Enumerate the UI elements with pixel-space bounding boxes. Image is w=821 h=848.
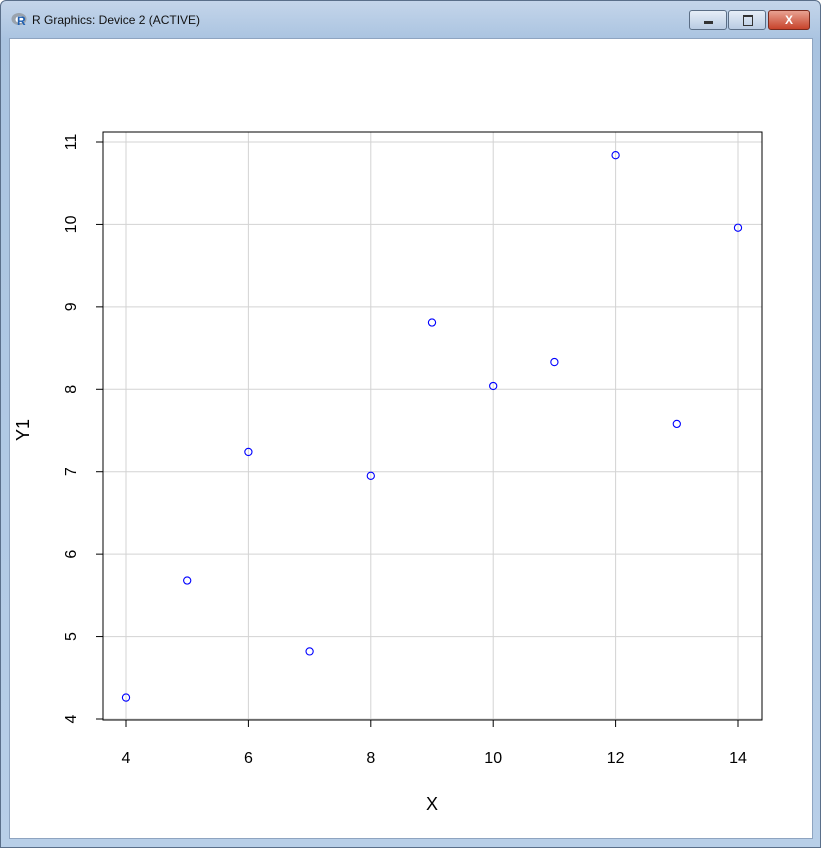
y-tick-label: 4 xyxy=(63,714,80,723)
y-tick-label: 6 xyxy=(63,550,80,559)
y-tick-label: 7 xyxy=(63,467,80,476)
y-tick-label: 5 xyxy=(63,632,80,641)
x-tick-label: 14 xyxy=(729,750,747,767)
x-tick-label: 6 xyxy=(244,750,253,767)
y-tick-label: 8 xyxy=(63,385,80,394)
x-tick-label: 12 xyxy=(607,750,625,767)
data-point xyxy=(427,318,437,327)
data-point xyxy=(550,357,559,367)
x-axis-title: X xyxy=(426,794,438,814)
y-axis-title: Y1 xyxy=(13,419,33,441)
plot-frame xyxy=(102,131,763,721)
scatter-plot: 4 6 8 10 12 14 4 5 6 7 8 9 10 11 X Y1 xyxy=(13,131,763,814)
y-tick-label: 11 xyxy=(63,134,80,151)
data-point xyxy=(183,576,192,585)
data-point xyxy=(305,647,314,656)
x-tick-label: 4 xyxy=(122,750,131,767)
x-tick-label: 8 xyxy=(366,750,375,767)
data-point xyxy=(672,419,681,429)
y-tick-label: 9 xyxy=(63,302,80,311)
y-tick-label: 10 xyxy=(63,215,80,233)
x-tick-label: 10 xyxy=(484,750,502,767)
